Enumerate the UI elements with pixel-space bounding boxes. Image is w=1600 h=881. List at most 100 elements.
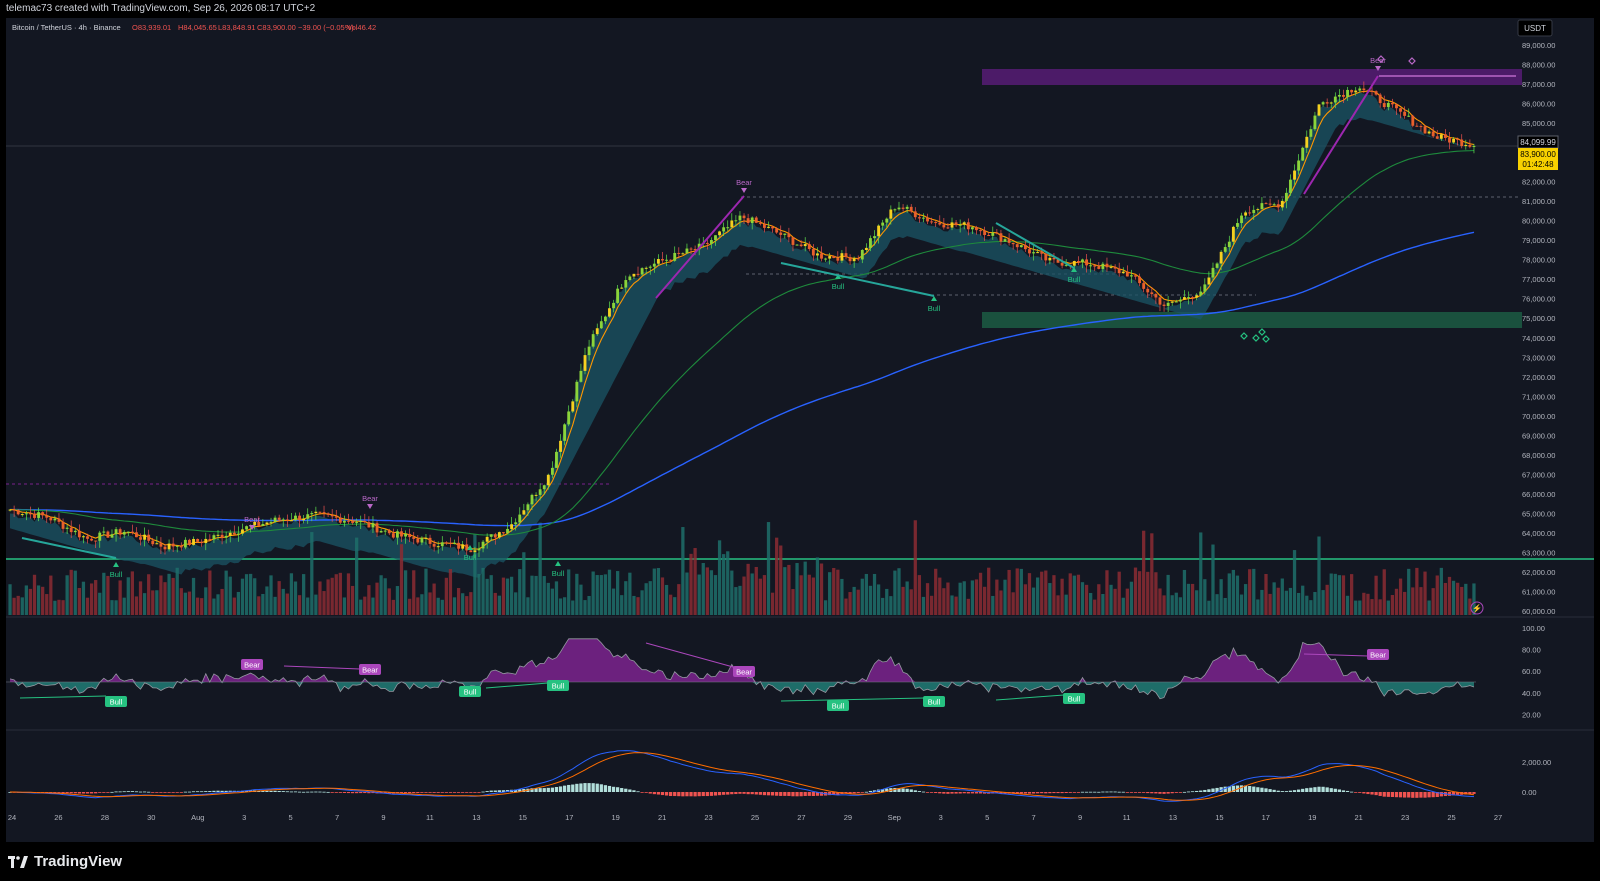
volume-bar xyxy=(917,575,922,615)
candle-body xyxy=(681,253,685,255)
volume-bar xyxy=(1036,577,1040,615)
price-tick-label: 66,000.00 xyxy=(1522,490,1555,499)
time-tick-label: 3 xyxy=(939,813,943,822)
candle-body xyxy=(20,514,24,516)
volume-bar xyxy=(575,573,579,615)
macd-histogram-bar xyxy=(1044,792,1048,794)
volume-bar xyxy=(416,597,420,615)
macd-histogram-bar xyxy=(57,792,61,793)
volume-bar xyxy=(350,585,355,615)
chart-frame[interactable]: Bitcoin / TetherUS · 4h · Binance O83,93… xyxy=(6,18,1594,842)
price-tick-label: 67,000.00 xyxy=(1522,470,1555,479)
macd-histogram-bar xyxy=(978,792,983,794)
volume-bar xyxy=(958,582,962,615)
macd-histogram-bar xyxy=(1341,790,1346,792)
volume-bar xyxy=(89,583,94,615)
time-tick-label: 5 xyxy=(289,813,293,822)
candle-body xyxy=(1431,131,1435,137)
volume-bar xyxy=(114,600,118,615)
volume-bar xyxy=(1349,574,1354,615)
volume-bar xyxy=(36,585,41,615)
candle-body xyxy=(57,518,61,522)
cloud-layer xyxy=(10,92,1474,578)
candle-body xyxy=(746,218,750,224)
price-chart[interactable]: Bitcoin / TetherUS · 4h · Binance O83,93… xyxy=(6,18,1594,842)
volume-bar xyxy=(982,586,987,615)
macd-histogram-bar xyxy=(175,792,179,793)
volume-bar xyxy=(45,594,49,615)
volume-bar xyxy=(860,578,864,615)
macd-histogram-bar xyxy=(297,791,302,793)
candle-body xyxy=(922,217,925,219)
candle-body xyxy=(836,258,840,261)
candle-body xyxy=(1150,292,1154,295)
volume-bar xyxy=(1243,584,1248,615)
volume-bar xyxy=(8,584,12,615)
volume-bar xyxy=(1129,581,1134,615)
candle-body xyxy=(1276,204,1280,208)
ma-mid-line xyxy=(10,149,1475,536)
time-tick-label: 19 xyxy=(612,813,620,822)
volume-bar xyxy=(1154,572,1158,615)
volume-bar xyxy=(355,537,359,615)
volume-bar xyxy=(1186,583,1191,615)
macd-histogram-bar xyxy=(669,792,673,797)
volume-bar xyxy=(783,567,787,615)
candle-body xyxy=(1076,261,1080,263)
macd-histogram-bar xyxy=(94,792,98,794)
candle-body xyxy=(685,248,689,254)
candle-body xyxy=(934,222,938,224)
volume-bar xyxy=(1378,599,1382,615)
macd-histogram-bar xyxy=(61,792,65,794)
candle-body xyxy=(1138,276,1142,284)
macd-histogram-bar xyxy=(921,791,926,793)
volume-bar xyxy=(713,575,718,615)
bear-arrow-icon xyxy=(367,504,373,509)
volume-bar xyxy=(1252,568,1256,615)
macd-histogram-bar xyxy=(420,792,424,793)
macd-histogram-bar xyxy=(644,792,648,793)
legend-open: O83,939.01 xyxy=(132,23,171,32)
candle-body xyxy=(1464,144,1468,147)
volume-bar xyxy=(1248,569,1252,615)
candle-body xyxy=(245,526,248,530)
tradingview-logo-icon[interactable] xyxy=(8,855,28,868)
macd-histogram-bar xyxy=(330,792,334,793)
volume-bar xyxy=(289,573,294,615)
brand-name: TradingView xyxy=(34,853,123,870)
candle-body xyxy=(502,532,505,534)
volume-bar xyxy=(1064,594,1068,615)
macd-histogram-bar xyxy=(693,792,697,797)
volume-bar xyxy=(766,522,771,615)
volume-bar xyxy=(371,597,375,615)
macd-histogram-bar xyxy=(1019,792,1023,794)
rsi-tick-label: 80.00 xyxy=(1522,646,1541,655)
volume-bar xyxy=(285,593,289,615)
volume-bar xyxy=(1439,567,1443,615)
candle-body xyxy=(1370,90,1374,92)
candle-body xyxy=(1244,212,1248,216)
macd-histogram-bar xyxy=(689,792,693,797)
diamond-marker-icon xyxy=(1252,334,1260,342)
macd-histogram-bar xyxy=(1382,792,1386,797)
macd-histogram-bar xyxy=(681,792,685,797)
macd-histogram-bar xyxy=(159,792,163,793)
macd-histogram-bar xyxy=(98,792,102,793)
candle-body xyxy=(1142,283,1146,289)
macd-histogram-bar xyxy=(1207,789,1211,792)
volume-bar xyxy=(836,569,840,615)
candle-body xyxy=(779,232,783,235)
macd-histogram-bar xyxy=(754,792,758,795)
macd-histogram-bar xyxy=(1305,788,1309,792)
candle-body xyxy=(285,519,289,521)
candle-body xyxy=(1195,295,1199,298)
macd-histogram-bar xyxy=(624,788,628,792)
volume-bar xyxy=(844,598,848,615)
candle-body xyxy=(970,227,974,230)
currency-badge[interactable]: USDT xyxy=(1524,24,1546,33)
volume-bar xyxy=(16,595,20,615)
macd-histogram-bar xyxy=(550,787,555,792)
volume-bar xyxy=(1199,532,1203,615)
volume-bar xyxy=(1460,586,1464,615)
volume-bar xyxy=(1317,536,1321,615)
